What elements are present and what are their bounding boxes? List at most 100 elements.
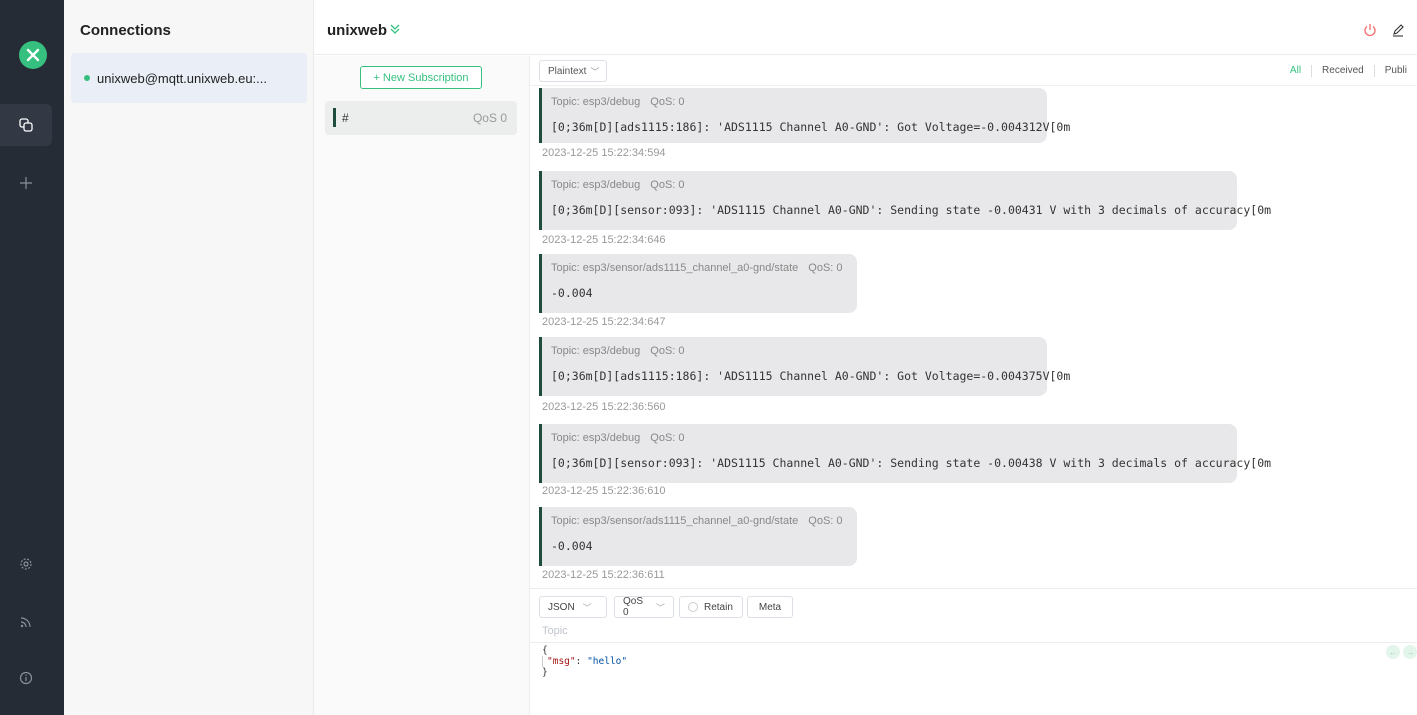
nav-about-button[interactable] — [0, 657, 52, 699]
code-key: "msg" — [547, 656, 576, 667]
nav-settings-button[interactable] — [0, 543, 52, 585]
message-topic: Topic: esp3/debug — [551, 179, 641, 191]
message-toolbar: Plaintext ﹀ All Received Publi — [530, 56, 1417, 86]
message-meta: Topic: esp3/sensor/ads1115_channel_a0-gn… — [551, 515, 843, 527]
arrow-right-icon: → — [1405, 647, 1415, 657]
publish-format-select[interactable]: JSON ﹀ — [539, 596, 607, 618]
message-time: 2023-12-25 15:22:36:610 — [542, 485, 666, 497]
nav-new-connection-button[interactable] — [0, 162, 52, 204]
publish-panel: JSON ﹀ QoS 0 ﹀ Retain Meta Topic { "msg"… — [530, 588, 1417, 715]
message-meta: Topic: esp3/debug QoS: 0 — [551, 345, 685, 357]
message-qos: QoS: 0 — [650, 179, 685, 191]
message-qos: QoS: 0 — [650, 96, 685, 108]
message-time: 2023-12-25 15:22:36:560 — [542, 401, 666, 413]
chevron-down-icon: ﹀ — [655, 602, 665, 613]
nav-log-button[interactable] — [0, 601, 52, 643]
publish-format-value: JSON — [548, 601, 575, 613]
indent-guide — [542, 656, 543, 667]
message-time: 2023-12-25 15:22:34:647 — [542, 316, 666, 328]
payload-editor[interactable]: { "msg": "hello" } — [542, 645, 627, 678]
connection-item[interactable]: unixweb@mqtt.unixweb.eu:... — [71, 53, 307, 103]
payload-format-select[interactable]: Plaintext ﹀ — [539, 60, 607, 82]
code-line: } — [542, 667, 548, 678]
message-time: 2023-12-25 15:22:34:594 — [542, 147, 666, 159]
message-payload: [0;36m[D][ads1115:186]: 'ADS1115 Channel… — [551, 369, 1071, 383]
connections-title: Connections — [80, 22, 171, 39]
info-icon — [19, 671, 33, 685]
message-filter-tabs: All Received Publi — [1280, 65, 1417, 77]
subscriptions-panel: + New Subscription # QoS 0 — [314, 56, 530, 715]
retain-label: Retain — [704, 601, 733, 613]
publish-topic-input[interactable]: Topic — [542, 625, 568, 637]
nav-connections-button[interactable] — [0, 104, 52, 146]
subscription-item[interactable]: # QoS 0 — [325, 101, 517, 135]
message-time: 2023-12-25 15:22:36:611 — [542, 569, 665, 581]
message-topic: Topic: esp3/debug — [551, 345, 641, 357]
message-list[interactable]: Plaintext ﹀ All Received Publi Topic: es… — [530, 56, 1417, 588]
message-card[interactable]: Topic: esp3/sensor/ads1115_channel_a0-gn… — [539, 254, 857, 313]
history-back-button[interactable]: ← — [1386, 645, 1400, 659]
arrow-left-icon: ← — [1388, 647, 1398, 657]
connection-title: unixweb — [327, 22, 388, 39]
connection-header: unixweb — [314, 0, 1417, 55]
history-forward-button[interactable]: → — [1403, 645, 1417, 659]
connection-name: unixweb@mqtt.unixweb.eu:... — [97, 70, 268, 86]
filter-all[interactable]: All — [1280, 65, 1311, 77]
message-card[interactable]: Topic: esp3/debug QoS: 0 [0;36m[D][ads111… — [539, 337, 1070, 396]
app-logo — [19, 41, 47, 69]
message-card[interactable]: Topic: esp3/debug QoS: 0 [0;36m[D][sensor… — [539, 424, 1271, 483]
settings-icon — [20, 558, 32, 570]
message-payload: [0;36m[D][ads1115:186]: 'ADS1115 Channel… — [551, 120, 1071, 134]
chevron-down-icon: ﹀ — [582, 602, 592, 613]
message-topic: Topic: esp3/debug — [551, 96, 641, 108]
message-topic: Topic: esp3/sensor/ads1115_channel_a0-gn… — [551, 515, 799, 527]
retain-toggle[interactable]: Retain — [679, 596, 743, 618]
publish-divider — [530, 642, 1417, 643]
publish-qos-select[interactable]: QoS 0 ﹀ — [614, 596, 674, 618]
add-icon — [20, 177, 32, 189]
meta-label: Meta — [758, 601, 782, 613]
send-controls: ← → — [1383, 645, 1417, 659]
connected-status-dot — [84, 75, 90, 81]
code-colon: : — [575, 656, 588, 667]
subscription-qos: QoS 0 — [472, 111, 507, 125]
message-qos: QoS: 0 — [650, 345, 685, 357]
message-topic: Topic: esp3/debug — [551, 432, 641, 444]
payload-format-value: Plaintext — [548, 65, 587, 77]
code-line: { — [542, 645, 548, 656]
message-card[interactable]: Topic: esp3/debug QoS: 0 [0;36m[D][ads111… — [539, 88, 1070, 143]
chevron-double-down-icon[interactable] — [389, 23, 401, 35]
filter-received[interactable]: Received — [1311, 65, 1374, 77]
message-payload: -0.004 — [551, 286, 593, 300]
message-payload: [0;36m[D][sensor:093]: 'ADS1115 Channel … — [551, 456, 1272, 470]
message-meta: Topic: esp3/debug QoS: 0 — [551, 96, 685, 108]
message-time: 2023-12-25 15:22:34:646 — [542, 234, 666, 246]
feed-icon — [20, 617, 31, 628]
connections-panel: Connections unixweb@mqtt.unixweb.eu:... — [64, 0, 314, 715]
code-line: "msg": "hello" — [542, 656, 627, 667]
connections-icon — [19, 118, 33, 132]
disconnect-power-icon[interactable] — [1363, 23, 1377, 37]
app-sidebar — [0, 0, 64, 715]
message-meta: Topic: esp3/sensor/ads1115_channel_a0-gn… — [551, 262, 843, 274]
subscription-topic: # — [342, 111, 349, 125]
new-subscription-button[interactable]: + New Subscription — [360, 66, 482, 89]
message-card[interactable]: Topic: esp3/debug QoS: 0 [0;36m[D][sensor… — [539, 171, 1271, 230]
message-topic: Topic: esp3/sensor/ads1115_channel_a0-gn… — [551, 262, 799, 274]
message-payload: [0;36m[D][sensor:093]: 'ADS1115 Channel … — [551, 203, 1272, 217]
chevron-down-icon: ﹀ — [590, 66, 600, 77]
edit-icon[interactable] — [1391, 23, 1405, 37]
message-card[interactable]: Topic: esp3/sensor/ads1115_channel_a0-gn… — [539, 507, 857, 566]
message-qos: QoS: 0 — [650, 432, 685, 444]
logo-icon — [26, 48, 40, 62]
message-meta: Topic: esp3/debug QoS: 0 — [551, 179, 685, 191]
message-qos: QoS: 0 — [808, 515, 843, 527]
publish-qos-value: QoS 0 — [623, 596, 644, 618]
meta-button[interactable]: Meta — [747, 596, 793, 618]
message-payload: -0.004 — [551, 539, 593, 553]
message-meta: Topic: esp3/debug QoS: 0 — [551, 432, 685, 444]
filter-published[interactable]: Publi — [1373, 65, 1417, 77]
message-qos: QoS: 0 — [808, 262, 843, 274]
code-value: "hello" — [587, 656, 628, 667]
retain-radio-icon — [688, 602, 698, 612]
